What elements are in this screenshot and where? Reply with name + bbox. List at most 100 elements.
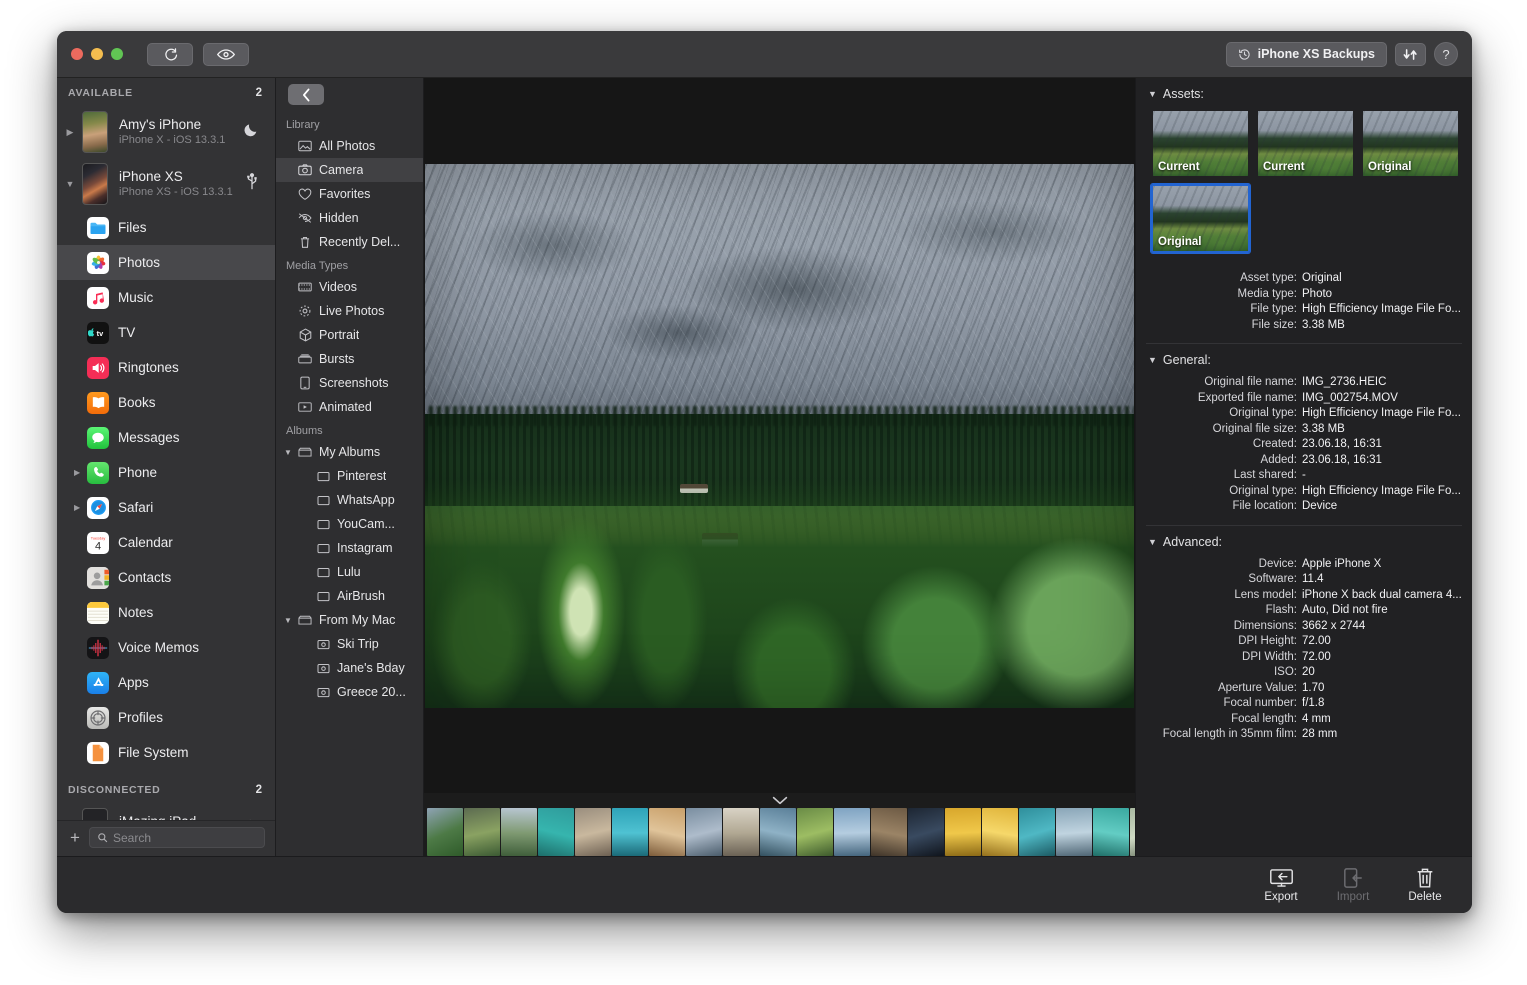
asset-thumbnail[interactable]: Current (1256, 109, 1355, 178)
sidebar-item-phone[interactable]: ▶ Phone (57, 455, 275, 490)
asset-thumbnail-selected[interactable]: Original (1151, 184, 1250, 253)
info-scroll[interactable]: ▼ Assets: Current Current Original Origi… (1136, 78, 1472, 856)
sidebar-item-tv[interactable]: tv TV (57, 315, 275, 350)
library-item-janes-bday[interactable]: Jane's Bday (276, 656, 423, 680)
sidebar-scroll[interactable]: ▶ Amy's iPhone iPhone X - iOS 13.3.1 ▼ i… (57, 106, 275, 820)
library-item-pinterest[interactable]: Pinterest (276, 464, 423, 488)
assets-section-header[interactable]: ▼ Assets: (1146, 78, 1462, 107)
sidebar-item-safari[interactable]: ▶ Safari (57, 490, 275, 525)
filmstrip-thumbnail[interactable] (723, 808, 759, 856)
preview-button[interactable] (203, 42, 249, 66)
close-button[interactable] (71, 48, 83, 60)
library-item-live-photos[interactable]: Live Photos (276, 299, 423, 323)
disclosure-collapsed-icon[interactable]: ▶ (74, 468, 80, 477)
info-row-value: High Efficiency Image File Fo... (1302, 484, 1461, 497)
disclosure-expanded-icon[interactable]: ▼ (65, 179, 75, 189)
asset-thumbnail[interactable]: Original (1361, 109, 1460, 178)
sidebar-item-music[interactable]: Music (57, 280, 275, 315)
info-row-key: ISO: (1273, 666, 1297, 678)
filmstrip-thumbnail[interactable] (538, 808, 574, 856)
library-item-greece[interactable]: Greece 20... (276, 680, 423, 704)
library-item-ski-trip[interactable]: Ski Trip (276, 632, 423, 656)
disclosure-collapsed-icon[interactable]: ▶ (65, 127, 75, 138)
disclosure-expanded-icon[interactable]: ▼ (284, 616, 292, 625)
filmstrip-thumbnail[interactable] (612, 808, 648, 856)
disclosure-expanded-icon[interactable]: ▼ (1148, 89, 1157, 99)
library-item-favorites[interactable]: Favorites (276, 182, 423, 206)
sidebar-device-amys-iphone[interactable]: ▶ Amy's iPhone iPhone X - iOS 13.3.1 (57, 106, 275, 158)
sidebar-item-messages[interactable]: Messages (57, 420, 275, 455)
sidebar-item-apps[interactable]: Apps (57, 665, 275, 700)
sidebar-item-books[interactable]: Books (57, 385, 275, 420)
library-item-all-photos[interactable]: All Photos (276, 134, 423, 158)
backups-button[interactable]: iPhone XS Backups (1225, 41, 1387, 67)
search-input[interactable]: Search (89, 827, 265, 848)
help-button[interactable]: ? (1434, 42, 1458, 66)
sidebar-item-ringtones[interactable]: Ringtones (57, 350, 275, 385)
library-list[interactable]: Library All Photos Camera Favorites Hidd… (276, 111, 423, 856)
filmstrip-thumbnail[interactable] (834, 808, 870, 856)
files-icon (87, 216, 109, 239)
photo-viewer[interactable] (424, 78, 1135, 793)
library-item-instagram[interactable]: Instagram (276, 536, 423, 560)
sidebar-item-profiles[interactable]: Profiles (57, 700, 275, 735)
general-section-header[interactable]: ▼ General: (1146, 344, 1462, 373)
library-item-camera[interactable]: Camera (276, 158, 423, 182)
transfer-button[interactable] (1395, 42, 1426, 66)
sidebar-item-contacts[interactable]: Contacts (57, 560, 275, 595)
filmstrip-thumbnail[interactable] (1056, 808, 1092, 856)
asset-thumbnail[interactable]: Current (1151, 109, 1250, 178)
refresh-button[interactable] (147, 42, 193, 66)
filmstrip-thumbnail[interactable] (501, 808, 537, 856)
library-item-portrait[interactable]: Portrait (276, 323, 423, 347)
disclosure-expanded-icon[interactable]: ▼ (284, 448, 292, 457)
library-item-screenshots[interactable]: Screenshots (276, 371, 423, 395)
minimize-button[interactable] (91, 48, 103, 60)
filmstrip-thumbnail[interactable] (464, 808, 500, 856)
library-item-hidden[interactable]: Hidden (276, 206, 423, 230)
filmstrip-thumbnail[interactable] (908, 808, 944, 856)
library-item-youcam[interactable]: YouCam... (276, 512, 423, 536)
export-button[interactable]: Export (1258, 867, 1304, 903)
sidebar-device-imazing-ipad[interactable]: ▶ iMazing iPad iPad mini 2 - iPadOS... (57, 803, 275, 820)
filmstrip-thumbnail[interactable] (1093, 808, 1129, 856)
sidebar-item-voice-memos[interactable]: Voice Memos (57, 630, 275, 665)
advanced-section-header[interactable]: ▼ Advanced: (1146, 526, 1462, 555)
filmstrip-thumbnail[interactable] (760, 808, 796, 856)
library-item-videos[interactable]: Videos (276, 275, 423, 299)
library-item-my-albums[interactable]: ▼ My Albums (276, 440, 423, 464)
library-item-from-my-mac[interactable]: ▼ From My Mac (276, 608, 423, 632)
filmstrip[interactable] (424, 808, 1135, 856)
import-button[interactable]: Import (1330, 867, 1376, 903)
sidebar-item-file-system[interactable]: File System (57, 735, 275, 770)
disclosure-collapsed-icon[interactable]: ▶ (74, 503, 80, 512)
filmstrip-thumbnail[interactable] (649, 808, 685, 856)
sidebar-item-calendar[interactable]: Tuesday 4 Calendar (57, 525, 275, 560)
filmstrip-thumbnail[interactable] (945, 808, 981, 856)
filmstrip-thumbnail[interactable] (797, 808, 833, 856)
filmstrip-toggle-button[interactable] (424, 793, 1135, 808)
filmstrip-thumbnail[interactable] (686, 808, 722, 856)
sidebar-item-notes[interactable]: Notes (57, 595, 275, 630)
filmstrip-thumbnail[interactable] (1019, 808, 1055, 856)
library-item-recently-deleted[interactable]: Recently Del... (276, 230, 423, 254)
filmstrip-thumbnail[interactable] (982, 808, 1018, 856)
library-item-airbrush[interactable]: AirBrush (276, 584, 423, 608)
library-item-animated[interactable]: Animated (276, 395, 423, 419)
filmstrip-thumbnail[interactable] (871, 808, 907, 856)
filmstrip-thumbnail[interactable] (427, 808, 463, 856)
disclosure-expanded-icon[interactable]: ▼ (1148, 537, 1157, 547)
library-item-bursts[interactable]: Bursts (276, 347, 423, 371)
sidebar-item-photos[interactable]: Photos (57, 245, 275, 280)
add-device-button[interactable]: + (67, 828, 83, 848)
sidebar-device-iphone-xs[interactable]: ▼ iPhone XS iPhone XS - iOS 13.3.1 (57, 158, 275, 210)
sidebar-item-files[interactable]: Files (57, 210, 275, 245)
filmstrip-thumbnail[interactable] (575, 808, 611, 856)
library-item-whatsapp[interactable]: WhatsApp (276, 488, 423, 512)
zoom-button[interactable] (111, 48, 123, 60)
delete-button[interactable]: Delete (1402, 867, 1448, 903)
assets-grid: Current Current Original Original (1146, 107, 1462, 259)
back-button[interactable] (288, 84, 324, 105)
library-item-lulu[interactable]: Lulu (276, 560, 423, 584)
disclosure-expanded-icon[interactable]: ▼ (1148, 355, 1157, 365)
